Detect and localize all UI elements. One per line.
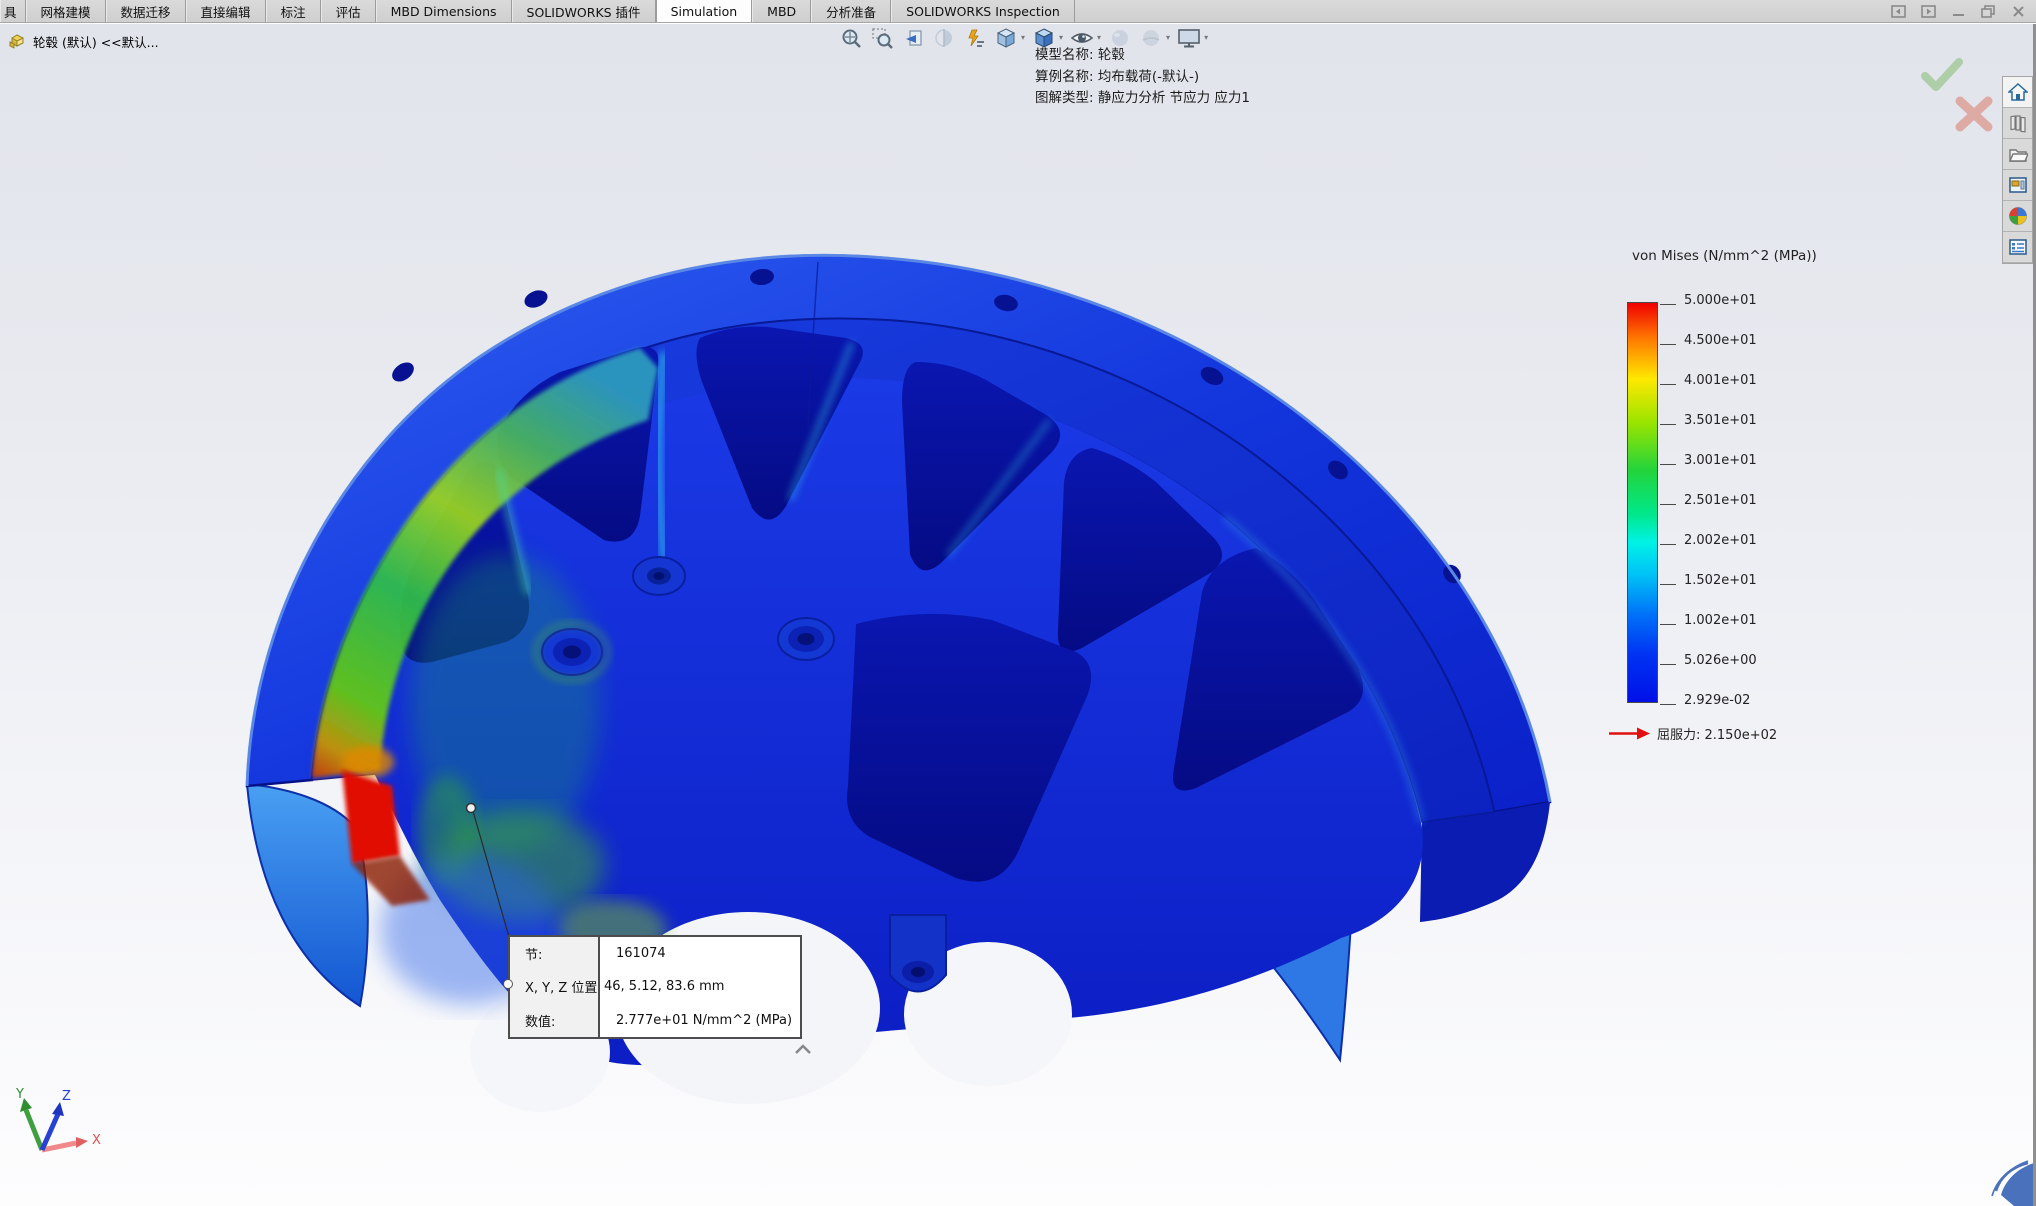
zoom-to-area-icon — [871, 27, 893, 49]
zoom-to-area-button[interactable] — [869, 25, 894, 50]
yield-strength-row: 屈服力: 2.150e+02 — [1608, 724, 1777, 743]
graphics-area[interactable]: 轮毂 (默认) <<默认... ▾ ▾ ▾ ▾ ▾ 模型名称: 轮毂 算例名称:… — [0, 24, 2036, 1206]
design-library-icon — [2009, 115, 2026, 133]
part-icon — [9, 34, 24, 49]
yield-arrow-icon — [1609, 727, 1650, 740]
callout-collapse-button[interactable] — [794, 1040, 812, 1059]
view-orientation-icon — [996, 27, 1015, 48]
custom-properties-icon — [2008, 239, 2027, 255]
zoom-to-fit-button[interactable] — [838, 25, 863, 50]
z-axis-arrow — [52, 1102, 64, 1116]
callout-node-value: 161074 — [616, 946, 666, 962]
legend-title: von Mises (N/mm^2 (MPa)) — [1632, 248, 1817, 264]
previous-view-button[interactable] — [900, 25, 925, 50]
section-view-button[interactable] — [931, 25, 956, 50]
callout-position-label: X, Y, Z 位置 — [525, 981, 598, 997]
accept-button[interactable] — [1920, 56, 1964, 98]
task-pane-file-explorer-button[interactable] — [2003, 139, 2032, 170]
annotations-button[interactable] — [962, 25, 987, 50]
orientation-triad: X Y Z — [6, 1086, 116, 1200]
solidworks-window: 具 网格建模 数据迁移 直接编辑 标注 评估 MBD Dimensions SO… — [0, 0, 2036, 1206]
callout-position-value: 46, 5.12, 83.6 mm — [604, 979, 725, 995]
legend-tick: 2.002e+01 — [1660, 533, 1757, 548]
y-axis-label: Y — [15, 1087, 24, 1102]
callout-node-label: 节: — [525, 948, 543, 964]
feature-tree-root[interactable]: 轮毂 (默认) <<默认... — [8, 32, 159, 51]
task-pane-custom-properties-button[interactable] — [2003, 232, 2032, 263]
task-pane-design-library-button[interactable] — [2003, 108, 2032, 139]
hide-show-items-caret[interactable]: ▾ — [1097, 33, 1101, 42]
legend-tick: 3.501e+01 — [1660, 413, 1757, 428]
display-style-caret[interactable]: ▾ — [1059, 33, 1063, 42]
view-palette-icon — [2008, 177, 2027, 193]
callout-row-node: 节: 161074 — [510, 937, 800, 970]
appearances-sphere-icon — [2008, 207, 2027, 225]
legend-tick: 4.500e+01 — [1660, 333, 1757, 348]
legend-tick: 2.501e+01 — [1660, 493, 1757, 508]
zoom-to-fit-icon — [842, 29, 861, 48]
view-orientation-caret[interactable]: ▾ — [1021, 33, 1025, 42]
legend-tick: 3.001e+01 — [1660, 453, 1757, 468]
previous-view-icon — [905, 29, 922, 46]
probe-point — [465, 802, 477, 814]
solidworks-logo — [1988, 1152, 2034, 1206]
callout-value-value: 2.777e+01 N/mm^2 (MPa) — [616, 1012, 793, 1028]
probe-callout[interactable]: 节: 161074 X, Y, Z 位置 46, 5.12, 83.6 mm 数… — [503, 935, 802, 1039]
legend-tick: 5.026e+00 — [1660, 653, 1757, 668]
view-settings-caret[interactable]: ▾ — [1204, 33, 1208, 42]
model-name-line: 模型名称: 轮毂 — [1035, 47, 1125, 63]
legend-tick: 2.929e-02 — [1659, 693, 1751, 708]
legend-tick: 4.001e+01 — [1660, 373, 1757, 388]
callout-value-label: 数值: — [525, 1014, 556, 1030]
feature-tree-root-label: 轮毂 (默认) <<默认... — [33, 35, 159, 50]
z-axis-label: Z — [62, 1089, 71, 1104]
study-name-line: 算例名称: 均布载荷(-默认-) — [1035, 68, 1200, 85]
plot-header: 模型名称: 轮毂 算例名称: 均布载荷(-默认-) 图解类型: 静应力分析 节应… — [1035, 45, 1250, 110]
yield-strength-label: 屈服力: 2.150e+02 — [1657, 728, 1778, 743]
legend-tick: 5.000e+01 — [1660, 293, 1757, 308]
legend-ticks: 5.000e+01 4.500e+01 4.001e+01 3.501e+01 … — [1659, 293, 1804, 708]
task-pane-appearances-button[interactable] — [2003, 201, 2032, 232]
legend-color-bar — [1627, 302, 1658, 703]
plot-type-line: 图解类型: 静应力分析 节应力 应力1 — [1035, 90, 1251, 106]
x-axis-label: X — [92, 1133, 101, 1148]
home-icon — [2007, 83, 2028, 101]
folder-icon — [2008, 149, 2028, 162]
chevron-up-icon — [795, 1044, 811, 1054]
task-pane-view-palette-button[interactable] — [2003, 170, 2032, 201]
x-icon — [1955, 96, 1993, 132]
apply-scene-caret[interactable]: ▾ — [1166, 33, 1170, 42]
callout-row-position: X, Y, Z 位置 46, 5.12, 83.6 mm — [510, 970, 800, 1003]
task-pane — [2002, 76, 2033, 264]
callout-row-value: 数值: 2.777e+01 N/mm^2 (MPa) — [510, 1004, 800, 1037]
task-pane-home-button[interactable] — [2003, 77, 2032, 108]
check-icon — [1921, 58, 1963, 91]
view-orientation-button[interactable] — [993, 25, 1018, 50]
section-view-icon — [934, 28, 952, 47]
x-axis-arrow — [76, 1137, 88, 1148]
legend-tick: 1.502e+01 — [1660, 573, 1757, 588]
cancel-button[interactable] — [1954, 96, 1994, 136]
annotations-icon — [967, 29, 984, 47]
legend-tick: 1.002e+01 — [1660, 613, 1757, 628]
